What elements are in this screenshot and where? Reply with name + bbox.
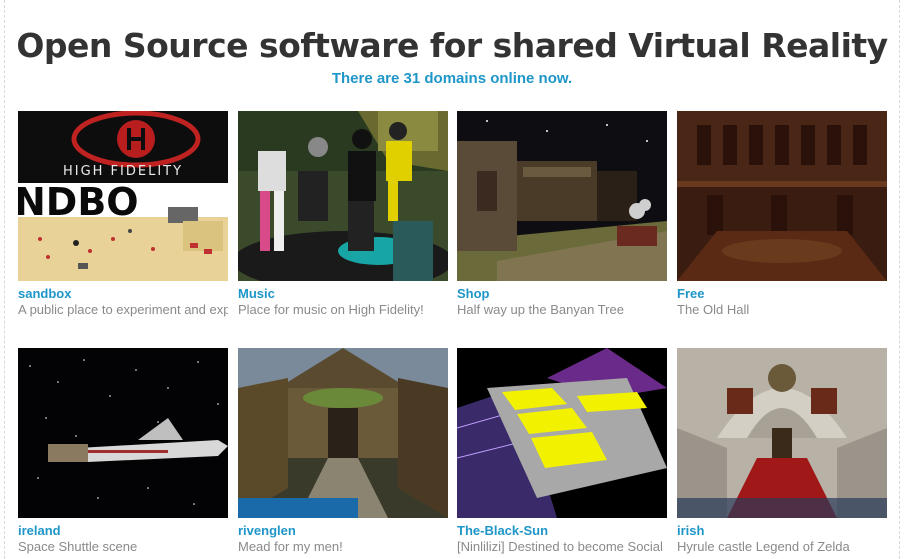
domain-thumbnail-irish[interactable]: [677, 348, 887, 518]
domain-thumbnail-the-black-sun[interactable]: [457, 348, 667, 518]
domain-name-link[interactable]: sandbox: [18, 286, 71, 301]
domain-description: Mead for my men!: [238, 539, 343, 554]
domain-name-link[interactable]: The-Black-Sun: [457, 523, 548, 538]
domain-description: A public place to experiment and explore: [18, 302, 228, 317]
domain-card-shop[interactable]: Shop Half way up the Banyan Tree: [457, 111, 667, 321]
domain-thumbnail-free[interactable]: [677, 111, 887, 281]
domain-description: Place for music on High Fidelity!: [238, 302, 424, 317]
domain-card-music[interactable]: Music Place for music on High Fidelity!: [238, 111, 448, 321]
domain-description: Space Shuttle scene: [18, 539, 138, 554]
domain-description: [Ninlilizi] Destined to become Social: [457, 539, 663, 554]
sandbox-sign-text: NDBO: [18, 180, 139, 224]
domain-name-link[interactable]: Free: [677, 286, 704, 301]
domain-card-ireland[interactable]: ireland Space Shuttle scene: [18, 348, 228, 558]
domain-card-sandbox[interactable]: HIGH FIDELITY NDBO sandbox A public plac…: [18, 111, 228, 321]
sandbox-logo-text: HIGH FIDELITY: [63, 164, 183, 179]
domain-card-rivenglen[interactable]: rivenglen Mead for my men!: [238, 348, 448, 558]
domain-name-link[interactable]: irish: [677, 523, 704, 538]
domain-card-the-black-sun[interactable]: The-Black-Sun [Ninlilizi] Destined to be…: [457, 348, 667, 558]
domain-name-link[interactable]: ireland: [18, 523, 61, 538]
domain-thumbnail-sandbox[interactable]: HIGH FIDELITY NDBO: [18, 111, 228, 281]
domain-thumbnail-ireland[interactable]: [18, 348, 228, 518]
domain-description: The Old Hall: [677, 302, 750, 317]
domain-description: Half way up the Banyan Tree: [457, 302, 624, 317]
domain-card-irish[interactable]: irish Hyrule castle Legend of Zelda: [677, 348, 887, 558]
page-title: Open Source software for shared Virtual …: [16, 26, 888, 65]
domain-name-link[interactable]: Shop: [457, 286, 490, 301]
domains-online-count: There are 31 domains online now.: [331, 70, 573, 87]
domain-name-link[interactable]: Music: [238, 286, 275, 301]
domain-card-free[interactable]: Free The Old Hall: [677, 111, 887, 321]
domain-description: Hyrule castle Legend of Zelda: [677, 539, 850, 554]
domain-name-link[interactable]: rivenglen: [238, 523, 296, 538]
domain-thumbnail-shop[interactable]: [457, 111, 667, 281]
domain-thumbnail-rivenglen[interactable]: [238, 348, 448, 518]
domain-thumbnail-music[interactable]: [238, 111, 448, 281]
